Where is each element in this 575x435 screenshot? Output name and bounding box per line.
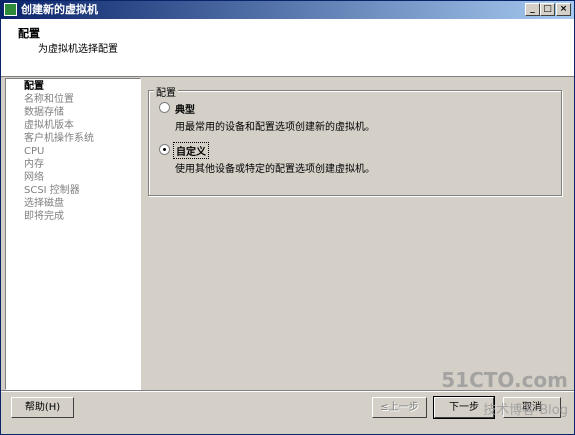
wizard-header: 配置 为虚拟机选择配置 [1, 19, 574, 77]
help-button[interactable]: 帮助(H) [11, 397, 74, 418]
configuration-groupbox [148, 90, 562, 196]
custom-label[interactable]: 自定义 [173, 142, 209, 159]
nav-step-cpu[interactable]: CPU [24, 146, 44, 158]
window-title: 创建新的虚拟机 [21, 3, 98, 16]
title-bar: 创建新的虚拟机 _ □ × [1, 1, 574, 19]
nav-step-network[interactable]: 网络 [24, 172, 44, 184]
watermark-caption: 技术博客 Blog [483, 403, 568, 418]
nav-step-guest-os[interactable]: 客户机操作系统 [24, 133, 94, 145]
nav-step-vm-version[interactable]: 虚拟机版本 [24, 120, 74, 132]
nav-step-configuration[interactable]: 配置 [24, 81, 44, 93]
nav-step-memory[interactable]: 内存 [24, 159, 44, 171]
radio-selected-dot [163, 148, 166, 151]
minimize-button[interactable]: _ [525, 3, 540, 16]
wizard-window: 创建新的虚拟机 _ □ × 配置 为虚拟机选择配置 配置 名称和位置 数据存储 … [0, 0, 575, 435]
page-title: 配置 [18, 27, 40, 40]
nav-step-datastore[interactable]: 数据存储 [24, 107, 64, 119]
page-subtitle: 为虚拟机选择配置 [38, 44, 118, 55]
configuration-legend: 配置 [154, 84, 178, 99]
maximize-button[interactable]: □ [540, 3, 555, 16]
vm-app-icon [4, 3, 17, 16]
custom-radio[interactable] [159, 144, 170, 155]
custom-description: 使用其他设备或特定的配置选项创建虚拟机。 [175, 164, 375, 175]
nav-step-name-location[interactable]: 名称和位置 [24, 94, 74, 106]
nav-step-scsi-controller[interactable]: SCSI 控制器 [24, 185, 80, 197]
typical-radio[interactable] [159, 102, 170, 113]
typical-label[interactable]: 典型 [175, 101, 195, 116]
nav-step-ready-to-complete[interactable]: 即将完成 [24, 211, 64, 223]
nav-step-select-disk[interactable]: 选择磁盘 [24, 198, 64, 210]
wizard-steps-nav: 配置 名称和位置 数据存储 虚拟机版本 客户机操作系统 CPU 内存 网络 SC… [5, 78, 141, 390]
typical-description: 用最常用的设备和配置选项创建新的虚拟机。 [175, 122, 375, 133]
watermark-logo: 51CTO.com [441, 368, 568, 392]
back-button[interactable]: ≤上一步 [372, 397, 427, 418]
close-button[interactable]: × [556, 3, 571, 16]
